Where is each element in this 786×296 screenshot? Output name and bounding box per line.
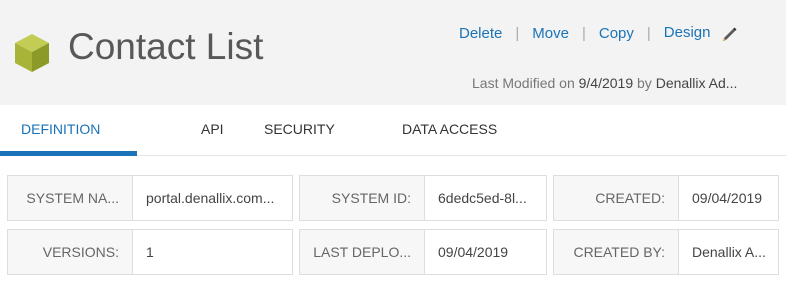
active-tab-indicator: [0, 151, 137, 156]
cube-icon: [15, 34, 49, 72]
design-label: Design: [663, 23, 711, 41]
property-label: LAST DEPLO...: [300, 230, 425, 274]
page-header: Contact List Delete | Move | Copy | Desi…: [0, 0, 786, 105]
property-label: VERSIONS:: [8, 230, 133, 274]
action-bar: Delete | Move | Copy | Design: [459, 24, 738, 42]
separator: |: [581, 24, 586, 42]
property-last-deployed: LAST DEPLO... 09/04/2019: [299, 229, 547, 275]
delete-button[interactable]: Delete: [459, 25, 502, 42]
design-button[interactable]: Design: [664, 24, 738, 42]
copy-button[interactable]: Copy: [599, 25, 634, 42]
separator: |: [646, 24, 651, 42]
property-value: 6dedc5ed-8l...: [438, 190, 527, 206]
modified-user: Denallix Ad...: [655, 75, 738, 91]
property-system-name: SYSTEM NA... portal.denallix.com...: [7, 175, 293, 221]
property-label: SYSTEM ID:: [300, 176, 425, 220]
tab-api[interactable]: API: [201, 121, 224, 137]
property-created: CREATED: 09/04/2019: [553, 175, 779, 221]
modified-prefix: Last Modified on: [472, 75, 575, 91]
property-versions: VERSIONS: 1: [7, 229, 293, 275]
property-created-by: CREATED BY: Denallix A...: [553, 229, 779, 275]
property-system-id: SYSTEM ID: 6dedc5ed-8l...: [299, 175, 547, 221]
tab-definition[interactable]: DEFINITION: [21, 121, 100, 137]
property-value: 1: [146, 244, 154, 260]
tab-bar: DEFINITION API SECURITY DATA ACCESS: [0, 105, 786, 156]
property-label: CREATED:: [554, 176, 679, 220]
property-value: portal.denallix.com...: [146, 190, 275, 206]
property-value: Denallix A...: [692, 244, 766, 260]
tab-security[interactable]: SECURITY: [264, 121, 335, 137]
property-value: 09/04/2019: [692, 190, 763, 206]
property-value: 09/04/2019: [438, 244, 509, 260]
pencil-icon: [722, 27, 737, 42]
page-title: Contact List: [68, 26, 264, 67]
separator: |: [515, 24, 520, 42]
modified-date: 9/4/2019: [578, 75, 634, 91]
modified-by-prefix: by: [637, 75, 652, 91]
move-button[interactable]: Move: [532, 25, 569, 42]
property-label: CREATED BY:: [554, 230, 679, 274]
property-label: SYSTEM NA...: [8, 176, 133, 220]
last-modified: Last Modified on 9/4/2019 by Denallix Ad…: [472, 75, 737, 91]
tab-data-access[interactable]: DATA ACCESS: [402, 121, 497, 137]
